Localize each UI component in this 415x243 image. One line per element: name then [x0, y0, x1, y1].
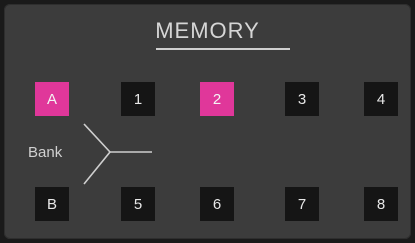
memory-slot-7-button[interactable]: 7: [285, 187, 319, 221]
memory-slot-4-button[interactable]: 4: [364, 82, 398, 116]
memory-slot-6-button[interactable]: 6: [200, 187, 234, 221]
bank-b-button[interactable]: B: [35, 187, 69, 221]
panel-title: MEMORY: [155, 18, 260, 43]
memory-slot-2-button[interactable]: 2: [200, 82, 234, 116]
bank-a-button[interactable]: A: [35, 82, 69, 116]
bank-connector-icon: [83, 123, 152, 185]
memory-slot-1-button[interactable]: 1: [121, 82, 155, 116]
memory-slot-3-button[interactable]: 3: [285, 82, 319, 116]
memory-slot-8-button[interactable]: 8: [364, 187, 398, 221]
bank-label: Bank: [28, 144, 63, 161]
title-underline: [156, 48, 290, 50]
memory-slot-5-button[interactable]: 5: [121, 187, 155, 221]
memory-panel: MEMORY A 1 2 3 4 Bank B 5 6 7 8: [4, 4, 411, 239]
